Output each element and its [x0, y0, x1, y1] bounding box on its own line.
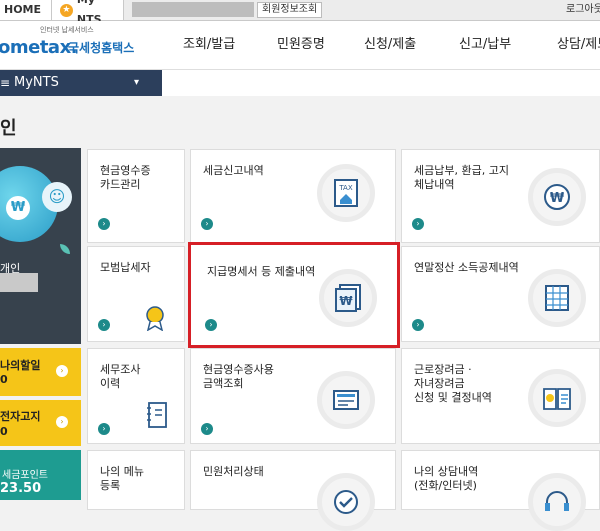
won-coin-icon: ₩: [6, 196, 30, 220]
logo-wordmark: ometax.: [0, 37, 78, 58]
redacted-profile-name: [0, 273, 38, 292]
todo-count: 0: [0, 373, 8, 386]
logout-link[interactable]: 로그아웃: [566, 0, 600, 20]
chevron-right-icon: ›: [56, 365, 68, 377]
won-document-icon: ₩: [319, 269, 377, 327]
card-my-menu-register[interactable]: 나의 메뉴 등록: [87, 450, 185, 510]
e-notice-count: 0: [0, 425, 8, 438]
card-tax-audit-history[interactable]: 세무조사 이력 ›: [87, 348, 185, 444]
chevron-right-icon: ›: [201, 423, 213, 435]
member-info-button[interactable]: 회원정보조회: [257, 2, 323, 18]
tax-point-value: 23.50: [0, 481, 42, 496]
card-label: 근로장려금 · 자녀장려금 신청 및 결정내역: [414, 363, 492, 404]
card-label: 나의 상담내역 (전화/인터넷): [414, 465, 479, 492]
chevron-right-icon: ›: [98, 218, 110, 230]
chevron-right-icon: ›: [412, 319, 424, 331]
menu-inquiry-issue[interactable]: 조회/발급: [183, 21, 235, 69]
card-civil-process-status[interactable]: 민원처리상태: [190, 450, 396, 531]
chevron-right-icon: ›: [201, 218, 213, 230]
menu-apply-submit[interactable]: 신청/제출: [364, 21, 416, 69]
won-book-icon: [528, 369, 586, 427]
leaf-icon: [60, 244, 70, 254]
page-title: 인: [0, 118, 17, 139]
hometax-logo[interactable]: 인터넷 납세서비스 ometax. 국세청홈택스: [0, 25, 138, 65]
e-notice-card[interactable]: 전자고지 0 ›: [0, 400, 81, 446]
svg-text:₩: ₩: [550, 191, 565, 206]
tab-mynts[interactable]: ★ My NTS: [52, 0, 124, 26]
card-cash-receipt-amount[interactable]: 현금영수증사용 금액조회 ›: [190, 348, 396, 444]
card-year-end-deduction[interactable]: 연말정산 소득공제내역 ›: [401, 246, 600, 342]
card-label: 세금납부, 환급, 고지 체납내역: [414, 164, 509, 191]
card-tax-return-history[interactable]: 세금신고내역 › TAX: [190, 149, 396, 243]
card-label: 지급명세서 등 제출내역: [207, 265, 316, 278]
svg-text:TAX: TAX: [338, 184, 353, 192]
menu-civil-certificate[interactable]: 민원증명: [277, 21, 325, 69]
subnav-background: [162, 70, 600, 96]
spreadsheet-icon: [528, 269, 586, 327]
receipt-icon: [317, 371, 375, 429]
headset-icon: [528, 473, 586, 531]
card-label: 연말정산 소득공제내역: [414, 261, 519, 274]
card-label: 민원처리상태: [203, 465, 264, 478]
card-my-consultation-history[interactable]: 나의 상담내역 (전화/인터넷): [401, 450, 600, 531]
card-model-taxpayer[interactable]: 모범납세자 ›: [87, 246, 185, 342]
notebook-icon: [146, 401, 168, 433]
menu-bars-icon: ≡: [0, 76, 11, 90]
chevron-right-icon: ›: [98, 423, 110, 435]
card-label: 현금영수증사용 금액조회: [203, 363, 274, 390]
chevron-right-icon: ›: [98, 319, 110, 331]
profile-panel: ₩ ☺ 개인: [0, 148, 81, 344]
menu-consult-report[interactable]: 상담/제보: [557, 21, 600, 69]
svg-text:₩: ₩: [339, 294, 353, 308]
medal-icon: [144, 305, 166, 335]
card-label: 모범납세자: [100, 261, 151, 274]
card-payment-refund-history[interactable]: 세금납부, 환급, 고지 체납내역 › ₩: [401, 149, 600, 243]
tax-document-icon: TAX: [317, 164, 375, 222]
card-label: 나의 메뉴 등록: [100, 465, 144, 492]
card-label: 세금신고내역: [203, 164, 264, 177]
logo-tagline: 인터넷 납세서비스: [40, 26, 94, 34]
card-label: 세무조사 이력: [100, 363, 141, 390]
logo-korean: 국세청홈택스: [68, 41, 135, 55]
check-icon: [317, 473, 375, 531]
mynts-dropdown-label: MyNTS: [14, 75, 59, 90]
smiley-icon: ☺: [42, 182, 72, 212]
todo-label: 나의할일: [0, 359, 41, 372]
menu-report-pay[interactable]: 신고/납부: [459, 21, 511, 69]
e-notice-label: 전자고지: [0, 410, 41, 423]
mynts-dropdown[interactable]: ≡ MyNTS ▾: [0, 70, 162, 96]
redacted-user-name: [132, 2, 254, 17]
tax-point-card[interactable]: 세금포인트 23.50: [0, 450, 81, 500]
card-cash-receipt-management[interactable]: 현금영수증 카드관리 ›: [87, 149, 185, 243]
won-coin-icon: ₩: [528, 168, 586, 226]
card-payment-statement-history[interactable]: 지급명세서 등 제출내역 › ₩: [188, 242, 400, 348]
star-icon: ★: [60, 3, 73, 17]
tab-home[interactable]: HOME: [0, 0, 52, 20]
card-incentive-application[interactable]: 근로장려금 · 자녀장려금 신청 및 결정내역: [401, 348, 600, 444]
card-label: 현금영수증 카드관리: [100, 164, 151, 191]
todo-card[interactable]: 나의할일 0 ›: [0, 348, 81, 396]
chevron-right-icon: ›: [205, 319, 217, 331]
chevron-right-icon: ›: [56, 416, 68, 428]
caret-down-icon: ▾: [134, 77, 140, 88]
chevron-right-icon: ›: [412, 218, 424, 230]
tax-point-label: 세금포인트: [2, 470, 48, 481]
